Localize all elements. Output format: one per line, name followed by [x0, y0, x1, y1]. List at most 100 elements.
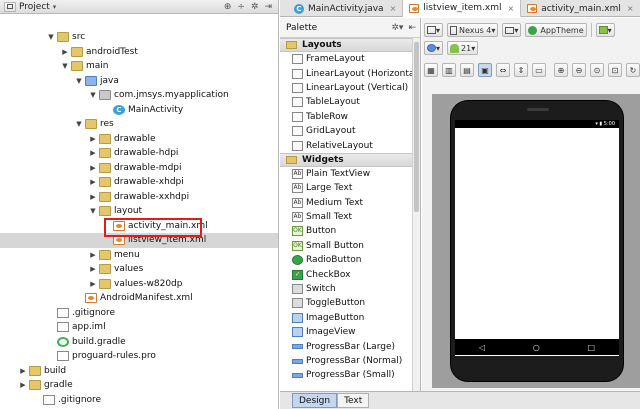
tree-item[interactable]: C MainActivity [0, 103, 278, 118]
tree-item[interactable]: build.gradle [0, 335, 278, 350]
tree-item[interactable]: ▶ gradle [0, 378, 278, 393]
tree-item[interactable]: ▶ androidTest [0, 45, 278, 60]
expand-down-icon[interactable]: ▼ [46, 33, 56, 41]
refresh-icon[interactable]: ↻ [626, 63, 640, 77]
activity-button[interactable]: ▾ [595, 23, 615, 37]
editor-tab[interactable]: listview_item.xml × [403, 0, 522, 17]
expand-right-icon[interactable]: ▶ [88, 164, 98, 172]
hide-icon[interactable]: ⇤ [408, 23, 416, 33]
palette-item[interactable]: GridLayout [280, 124, 420, 138]
zoom-out-icon[interactable]: ⊖ [572, 63, 586, 77]
tree-item[interactable]: activity_main.xml [0, 219, 278, 234]
palette-scrollbar[interactable] [412, 38, 420, 391]
expand-down-icon[interactable]: ▼ [88, 207, 98, 215]
editor-tab[interactable]: activity_main.xml × [521, 0, 640, 17]
project-pane-title[interactable]: Project [19, 2, 50, 12]
palette-item[interactable]: TableRow [280, 110, 420, 124]
palette-item[interactable]: Ab Plain TextView [280, 167, 420, 181]
zoom-fit-icon[interactable]: ⊡ [608, 63, 622, 77]
columns-icon[interactable]: ▥ [442, 63, 456, 77]
expand-down-icon[interactable]: ▼ [74, 77, 84, 85]
close-icon[interactable]: × [390, 4, 397, 13]
tree-item[interactable]: ▶ values-w820dp [0, 277, 278, 292]
tree-item[interactable]: proguard-rules.pro [0, 349, 278, 364]
tree-item[interactable]: app.iml [0, 320, 278, 335]
expand-right-icon[interactable]: ▶ [88, 280, 98, 288]
tree-item[interactable]: .gitignore [0, 393, 278, 408]
scrollbar-thumb[interactable] [414, 42, 419, 212]
close-icon[interactable]: × [508, 4, 515, 13]
baseline-icon[interactable]: ▭ [532, 63, 546, 77]
palette-item[interactable]: ImageView [280, 325, 420, 339]
gear-icon[interactable]: ✲ [251, 2, 259, 12]
expand-right-icon[interactable]: ▶ [88, 251, 98, 259]
palette-item[interactable]: ✓ CheckBox [280, 267, 420, 281]
expand-down-icon[interactable]: ▼ [88, 91, 98, 99]
tree-item[interactable]: ▶ menu [0, 248, 278, 263]
match-width-icon[interactable]: ⇔ [496, 63, 510, 77]
zoom-actual-icon[interactable]: ⊙ [590, 63, 604, 77]
tree-item[interactable]: ▶ drawable-mdpi [0, 161, 278, 176]
tree-item[interactable]: ▼ com.jmsys.myapplication [0, 88, 278, 103]
expand-right-icon[interactable]: ▶ [88, 265, 98, 273]
hide-icon[interactable]: ⇥ [264, 2, 272, 12]
zoom-in-icon[interactable]: ⊕ [554, 63, 568, 77]
expand-down-icon[interactable]: ▼ [74, 120, 84, 128]
grid-icon[interactable]: ▦ [424, 63, 438, 77]
palette-section[interactable]: Layouts [280, 38, 420, 52]
theme-button[interactable]: AppTheme [525, 23, 587, 37]
expand-right-icon[interactable]: ▶ [88, 149, 98, 157]
chevron-down-icon[interactable]: ▾ [53, 3, 57, 11]
locale-button[interactable]: ▾ [424, 41, 444, 55]
palette-item[interactable]: FrameLayout [280, 52, 420, 66]
expand-right-icon[interactable]: ▶ [60, 48, 70, 56]
palette-item[interactable]: Switch [280, 282, 420, 296]
match-height-icon[interactable]: ⇕ [514, 63, 528, 77]
palette-item[interactable]: ProgressBar (Small) [280, 368, 420, 382]
collapse-icon[interactable]: ÷ [237, 2, 245, 12]
rows-icon[interactable]: ▤ [460, 63, 474, 77]
palette-item[interactable]: ProgressBar (Large) [280, 339, 420, 353]
tree-item[interactable]: ▶ drawable-xxhdpi [0, 190, 278, 205]
expand-down-icon[interactable]: ▼ [60, 62, 70, 70]
fill-width-icon[interactable]: ▣ [478, 63, 492, 77]
expand-right-icon[interactable]: ▶ [18, 381, 28, 389]
palette-item[interactable]: ImageButton [280, 311, 420, 325]
palette-item[interactable]: ProgressBar (Normal) [280, 354, 420, 368]
tree-item[interactable]: ▶ drawable-hdpi [0, 146, 278, 161]
tree-item-selected[interactable]: listview_item.xml [0, 233, 278, 248]
orientation-button[interactable]: ▾ [502, 23, 522, 37]
palette-item[interactable]: OK Small Button [280, 239, 420, 253]
palette-item[interactable]: ToggleButton [280, 296, 420, 310]
tree-item[interactable]: ▶ drawable-xhdpi [0, 175, 278, 190]
palette-item[interactable]: RadioButton [280, 253, 420, 267]
palette-item[interactable]: Ab Small Text [280, 210, 420, 224]
close-icon[interactable]: × [627, 4, 634, 13]
tree-item[interactable]: AndroidManifest.xml [0, 291, 278, 306]
expand-right-icon[interactable]: ▶ [88, 135, 98, 143]
layout-variant-button[interactable]: ▾ [424, 23, 444, 37]
expand-right-icon[interactable]: ▶ [88, 193, 98, 201]
tree-item[interactable]: ▶ values [0, 262, 278, 277]
api-level-button[interactable]: 21 ▾ [447, 41, 479, 55]
editor-mode-tab[interactable]: Design [292, 393, 338, 408]
sync-icon[interactable]: ⊕ [224, 2, 232, 12]
tree-item[interactable]: ▶ drawable [0, 132, 278, 147]
tree-item[interactable]: ▼ main [0, 59, 278, 74]
device-screen[interactable]: ▾ ▮ 5:00 [455, 120, 619, 356]
editor-tab[interactable]: C MainActivity.java × [280, 0, 404, 17]
design-canvas[interactable]: ▾ ▮ 5:00 ◁ ○ □ [432, 94, 640, 388]
palette-section[interactable]: Widgets [280, 152, 420, 167]
palette-item[interactable]: Ab Large Text [280, 181, 420, 195]
device-button[interactable]: Nexus 4 ▾ [447, 23, 499, 37]
tree-item[interactable]: ▼ layout [0, 204, 278, 219]
tree-item[interactable]: ▼ res [0, 117, 278, 132]
tree-item[interactable]: ▼ src [0, 30, 278, 45]
palette-item[interactable]: Ab Medium Text [280, 196, 420, 210]
expand-right-icon[interactable]: ▶ [18, 367, 28, 375]
palette-item[interactable]: OK Button [280, 224, 420, 238]
palette-item[interactable]: RelativeLayout [280, 138, 420, 152]
project-view-icon[interactable] [4, 1, 16, 12]
tree-item[interactable]: ▶ build [0, 364, 278, 379]
tree-item[interactable]: ▼ java [0, 74, 278, 89]
